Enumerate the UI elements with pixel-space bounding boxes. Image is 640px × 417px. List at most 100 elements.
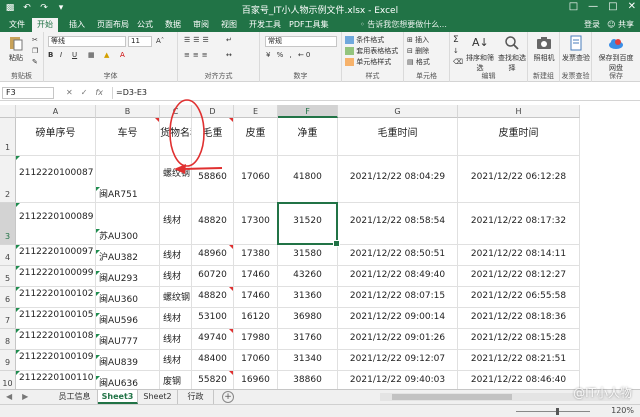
row-header[interactable]: 4	[0, 245, 16, 266]
close-icon[interactable]: ✕	[628, 1, 636, 12]
insert-cells-button[interactable]: ⊞ 插入	[407, 35, 429, 45]
table-cell[interactable]: 2112220100108	[16, 329, 96, 350]
invoice-check-button[interactable]: 发票查验	[562, 35, 590, 63]
conditional-format-button[interactable]: 条件格式	[345, 35, 384, 45]
header-cell[interactable]: 毛重时间	[338, 118, 458, 156]
table-cell[interactable]: 31760	[278, 329, 338, 350]
table-cell[interactable]: 48820	[192, 287, 234, 308]
column-header-d[interactable]: D	[192, 105, 234, 118]
number-format-icons[interactable]: ¥ % , ←0	[266, 51, 312, 59]
table-cell[interactable]: 2021/12/22 08:15:28	[458, 329, 580, 350]
table-cell[interactable]: 48960	[192, 245, 234, 266]
table-cell[interactable]: 48400	[192, 350, 234, 371]
tell-me-box[interactable]: ◦ 告诉我您想要做什么...	[360, 19, 447, 30]
table-cell[interactable]: 2021/12/22 09:12:07	[338, 350, 458, 371]
wrap-text-icon[interactable]: ↵	[226, 36, 232, 44]
fill-icon[interactable]: ↓	[453, 47, 459, 55]
tab-review[interactable]: 审阅	[188, 18, 214, 32]
table-cell[interactable]: 16120	[234, 308, 278, 329]
table-cell[interactable]: 2021/12/22 08:14:11	[458, 245, 580, 266]
bold-button[interactable]: B	[48, 51, 53, 59]
table-cell[interactable]: 60720	[192, 266, 234, 287]
column-header-g[interactable]: G	[338, 105, 458, 118]
table-cell[interactable]: 17460	[234, 287, 278, 308]
table-cell[interactable]: 沪AU382	[96, 245, 160, 266]
table-cell[interactable]: 17300	[234, 203, 278, 245]
table-cell[interactable]: 2021/12/22 08:21:51	[458, 350, 580, 371]
table-cell[interactable]: 2021/12/22 08:04:29	[338, 156, 458, 203]
formula-input[interactable]: =D3-E3	[112, 87, 638, 99]
table-cell[interactable]: 38860	[278, 371, 338, 389]
maximize-icon[interactable]: □	[608, 1, 617, 12]
copy-icon[interactable]: ❐	[32, 47, 38, 55]
table-cell[interactable]: 31360	[278, 287, 338, 308]
table-cell[interactable]: 螺纹钢	[160, 156, 192, 203]
share-button[interactable]: ☺ 共享	[607, 19, 634, 30]
paste-button[interactable]: 粘贴	[2, 35, 30, 63]
table-cell[interactable]: 2112220100109	[16, 350, 96, 371]
cancel-icon[interactable]: ✕	[66, 88, 73, 97]
table-cell[interactable]: 36980	[278, 308, 338, 329]
row-header[interactable]: 2	[0, 156, 16, 203]
header-cell[interactable]: 毛重	[192, 118, 234, 156]
table-cell[interactable]: 2021/12/22 09:00:14	[338, 308, 458, 329]
column-header-h[interactable]: H	[458, 105, 580, 118]
borders-icon[interactable]: ▦	[88, 51, 95, 59]
table-cell[interactable]: 2112220100097	[16, 245, 96, 266]
font-name-select[interactable]: 等线	[48, 36, 126, 47]
column-header-a[interactable]: A	[16, 105, 96, 118]
table-cell[interactable]: 2112220100105	[16, 308, 96, 329]
table-cell[interactable]: 2021/12/22 08:12:27	[458, 266, 580, 287]
table-cell[interactable]: 线材	[160, 203, 192, 245]
header-cell[interactable]: 磅单序号	[16, 118, 96, 156]
row-header[interactable]: 1	[0, 118, 16, 156]
column-header-e[interactable]: E	[234, 105, 278, 118]
table-cell[interactable]: 闽AU293	[96, 266, 160, 287]
table-cell[interactable]: 废钢	[160, 371, 192, 389]
cell-styles-button[interactable]: 单元格样式	[345, 57, 391, 67]
column-header-b[interactable]: B	[96, 105, 160, 118]
table-cell[interactable]: 2021/12/22 09:01:26	[338, 329, 458, 350]
table-cell[interactable]: 2112220100089	[16, 203, 96, 245]
select-all-corner[interactable]	[0, 105, 16, 118]
name-box[interactable]: F3	[2, 87, 54, 99]
row-header[interactable]: 8	[0, 329, 16, 350]
fill-color-icon[interactable]: ▲	[104, 51, 109, 59]
table-cell[interactable]: 闽AU839	[96, 350, 160, 371]
tab-view[interactable]: 视图	[216, 18, 242, 32]
table-cell[interactable]: 2112220100087	[16, 156, 96, 203]
table-cell[interactable]: 2021/12/22 08:46:40	[458, 371, 580, 389]
vertical-align-icons[interactable]: ☰☰☰	[184, 36, 212, 44]
format-cells-button[interactable]: ▤ 格式	[407, 57, 430, 67]
save-baidu-button[interactable]: 保存到百度网盘	[596, 35, 636, 73]
table-cell[interactable]: 苏AU300	[96, 203, 160, 245]
column-header-f[interactable]: F	[278, 105, 338, 118]
table-cell[interactable]: 2021/12/22 08:18:36	[458, 308, 580, 329]
table-cell[interactable]: 17380	[234, 245, 278, 266]
prev-sheet-icon[interactable]: ◀	[6, 392, 12, 401]
sheet-tab-sheet3[interactable]: Sheet3	[98, 390, 138, 404]
table-cell[interactable]: 2021/12/22 08:50:51	[338, 245, 458, 266]
enter-icon[interactable]: ✓	[81, 88, 88, 97]
sheet-tab-sheet2[interactable]: Sheet2	[138, 390, 178, 404]
next-sheet-icon[interactable]: ▶	[22, 392, 28, 401]
table-cell[interactable]: 2112220100099	[16, 266, 96, 287]
sort-filter-button[interactable]: A↓ 排序和筛选	[464, 35, 496, 73]
column-header-c[interactable]: C	[160, 105, 192, 118]
row-header[interactable]: 5	[0, 266, 16, 287]
fx-icon[interactable]: fx	[95, 88, 103, 97]
table-cell[interactable]: 闽AU777	[96, 329, 160, 350]
autosum-icon[interactable]: Σ	[453, 35, 459, 45]
tab-file[interactable]: 文件	[4, 18, 30, 32]
merge-center-icon[interactable]: ↔	[226, 51, 232, 59]
scroll-thumb[interactable]	[392, 394, 512, 400]
table-cell[interactable]: 闽AU360	[96, 287, 160, 308]
table-cell[interactable]: 螺纹钢	[160, 287, 192, 308]
table-cell[interactable]: 53100	[192, 308, 234, 329]
add-sheet-button[interactable]: +	[222, 391, 234, 403]
table-cell[interactable]: 闽AU596	[96, 308, 160, 329]
italic-button[interactable]: I	[60, 51, 62, 59]
underline-button[interactable]: U	[72, 51, 77, 59]
table-cell[interactable]: 2021/12/22 06:55:58	[458, 287, 580, 308]
table-cell[interactable]: 2021/12/22 08:58:54	[338, 203, 458, 245]
